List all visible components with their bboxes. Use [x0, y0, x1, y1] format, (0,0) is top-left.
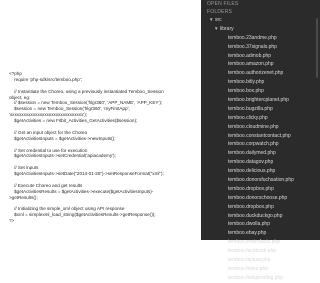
- file-item[interactable]: temboo.authorizenet.php: [201, 69, 320, 78]
- file-name: temboo.dropbox.php: [228, 203, 274, 210]
- file-name: temboo.bugzilla.php: [228, 105, 273, 112]
- file-name: temboo.37signals.php: [228, 43, 277, 50]
- file-item[interactable]: temboo.facebook.php: [201, 247, 320, 256]
- file-name: temboo.admob.php: [228, 52, 272, 59]
- file-item[interactable]: temboo.clicky.php: [201, 114, 320, 123]
- file-list: temboo.23andme.php temboo.37signals.php te…: [201, 34, 320, 283]
- file-item[interactable]: temboo.constantcontact.php: [201, 132, 320, 141]
- file-name: temboo.dailymed.php: [228, 150, 276, 157]
- file-item[interactable]: temboo.23andme.php: [201, 34, 320, 43]
- sidebar-scrollbar[interactable]: [316, 18, 318, 78]
- file-item[interactable]: temboo.ebay.php: [201, 229, 320, 238]
- code-editor[interactable]: <?php require 'php-sdk/src/temboo.php'; …: [0, 0, 200, 240]
- file-item[interactable]: temboo.bugzilla.php: [201, 105, 320, 114]
- file-item[interactable]: temboo.factual.php: [201, 256, 320, 265]
- open-files-label: OPEN FILES: [207, 1, 239, 7]
- file-name: temboo.clicky.php: [228, 114, 268, 121]
- file-name: temboo.ebay.php: [228, 230, 267, 237]
- file-item[interactable]: temboo.dailymed.php: [201, 149, 320, 158]
- file-name: temboo.delicious.php: [228, 168, 276, 175]
- file-item[interactable]: temboo.37signals.php: [201, 43, 320, 52]
- file-name: temboo.fedspending.php: [228, 274, 284, 281]
- file-item[interactable]: temboo.cloudmine.php: [201, 123, 320, 132]
- file-item[interactable]: temboo.corpwatch.php: [201, 140, 320, 149]
- file-name: temboo.bitly.php: [228, 79, 265, 86]
- file-item[interactable]: temboo.brightercplanet.php: [201, 96, 320, 105]
- file-item[interactable]: temboo.delicious.php: [201, 167, 320, 176]
- file-name: temboo.donorschoose.php: [228, 194, 288, 201]
- file-item[interactable]: temboo.dropbox.php: [201, 203, 320, 212]
- file-name: temboo.corpwatch.php: [228, 141, 279, 148]
- code-content[interactable]: <?php require 'php-sdk/src/temboo.php'; …: [9, 71, 197, 224]
- file-name: temboo.duckduckgo.php: [228, 212, 283, 219]
- file-name: temboo.envirofacts.php: [228, 239, 280, 246]
- file-name: temboo.dropbox.php: [228, 185, 274, 192]
- file-item[interactable]: temboo.datagov.php: [201, 158, 320, 167]
- file-name: temboo.datagov.php: [228, 159, 274, 166]
- file-name: temboo.constantcontact.php: [228, 132, 291, 139]
- code-line: ?>: [9, 218, 15, 224]
- file-item[interactable]: temboo.bitly.php: [201, 78, 320, 87]
- sidebar-header: OPEN FILES: [201, 0, 320, 9]
- folder-label: library: [220, 25, 234, 32]
- file-name: temboo.23andme.php: [228, 34, 277, 41]
- file-item[interactable]: temboo.admob.php: [201, 52, 320, 61]
- file-name: temboo.brightercplanet.php: [228, 97, 289, 104]
- folders-label: FOLDERS: [207, 9, 233, 15]
- file-item[interactable]: temboo.duckduckgo.php: [201, 212, 320, 221]
- file-item[interactable]: temboo.box.php: [201, 87, 320, 96]
- file-item[interactable]: temboo.dropbox.php: [201, 185, 320, 194]
- file-name: temboo.factual.php: [228, 257, 271, 264]
- folder-src[interactable]: ▼ src: [201, 16, 320, 25]
- sidebar: OPEN FILES FOLDERS ▼ src ▼ library temboo.…: [201, 0, 320, 281]
- file-name: temboo.dwolla.php: [228, 221, 270, 228]
- file-name: temboo.donorsfuchsation.php: [228, 177, 294, 184]
- folder-label: src: [215, 17, 222, 23]
- file-item[interactable]: temboo.donorsfuchsation.php: [201, 176, 320, 185]
- file-name: temboo.authorizenet.php: [228, 70, 284, 77]
- file-name: temboo.box.php: [228, 88, 264, 95]
- file-item[interactable]: temboo.fedex.php: [201, 265, 320, 274]
- file-name: temboo.fedex.php: [228, 265, 269, 272]
- folder-library[interactable]: ▼ library: [201, 25, 320, 34]
- file-name: temboo.cloudmine.php: [228, 123, 279, 130]
- file-tree: ▼ src ▼ library temboo.23andme.php temboo.3…: [201, 16, 320, 283]
- file-item[interactable]: temboo.fedspending.php: [201, 274, 320, 283]
- file-item[interactable]: temboo.donorschoose.php: [201, 194, 320, 203]
- file-name: temboo.facebook.php: [228, 248, 277, 255]
- file-name: temboo.amazon.php: [228, 61, 274, 68]
- file-item[interactable]: temboo.amazon.php: [201, 60, 320, 69]
- file-item[interactable]: temboo.dwolla.php: [201, 220, 320, 229]
